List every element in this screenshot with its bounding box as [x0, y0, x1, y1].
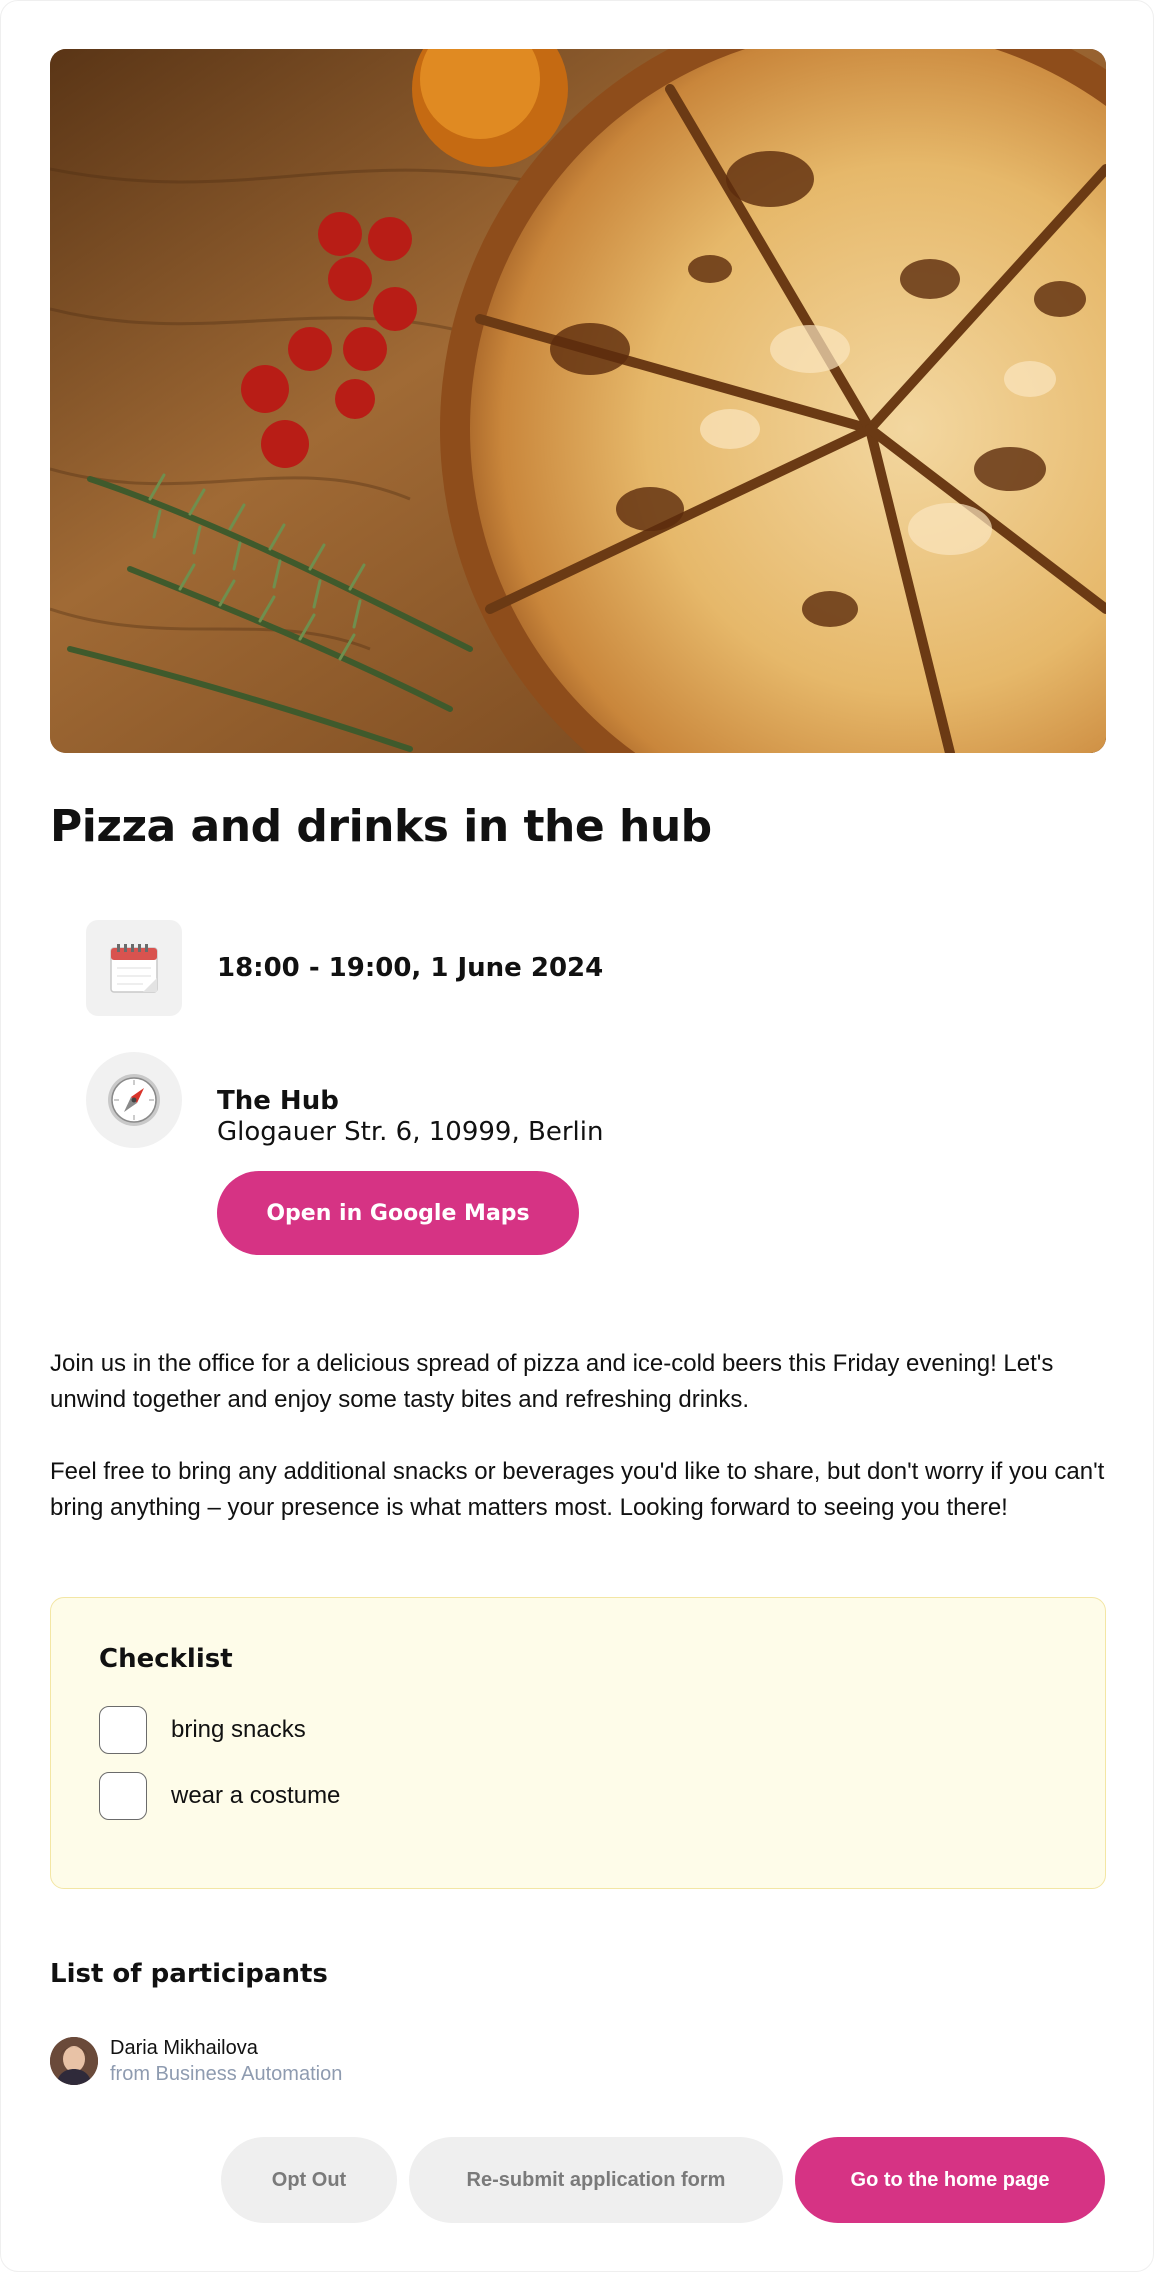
- checklist-checkbox[interactable]: [99, 1772, 147, 1820]
- participant-name: Daria Mikhailova: [110, 2037, 258, 2059]
- page-title: Pizza and drinks in the hub: [50, 801, 712, 852]
- datetime-row: [86, 920, 182, 1016]
- avatar: [50, 2037, 98, 2085]
- avatar-image: [50, 2037, 98, 2085]
- resubmit-application-button[interactable]: Re-submit application form: [409, 2137, 783, 2223]
- description-paragraph-2: Feel free to bring any additional snacks…: [50, 1458, 1105, 1521]
- participant-item: Daria Mikhailova from Business Automatio…: [50, 2035, 342, 2087]
- calendar-icon: [110, 944, 158, 993]
- compass-icon: [108, 1074, 160, 1126]
- checklist-item[interactable]: bring snacks: [99, 1706, 306, 1754]
- participant-org: from Business Automation: [110, 2063, 343, 2085]
- datetime-icon-tile: [86, 920, 182, 1016]
- checklist-item[interactable]: wear a costume: [99, 1772, 340, 1820]
- location-address: Glogauer Str. 6, 10999, Berlin: [217, 1117, 604, 1147]
- open-google-maps-button[interactable]: Open in Google Maps: [217, 1171, 579, 1255]
- checklist-panel: Checklist bring snacks wear a costume: [50, 1597, 1106, 1889]
- checklist-item-label: bring snacks: [171, 1716, 306, 1743]
- checklist-title: Checklist: [99, 1644, 233, 1674]
- event-datetime: 18:00 - 19:00, 1 June 2024: [217, 953, 604, 983]
- checklist-checkbox[interactable]: [99, 1706, 147, 1754]
- location-icon-tile: [86, 1052, 182, 1148]
- location-name: The Hub: [217, 1086, 339, 1116]
- description-paragraph-1: Join us in the office for a delicious sp…: [50, 1350, 1054, 1413]
- location-row: [86, 1052, 182, 1148]
- checklist-item-label: wear a costume: [171, 1782, 341, 1809]
- opt-out-button[interactable]: Opt Out: [221, 2137, 397, 2223]
- go-home-button[interactable]: Go to the home page: [795, 2137, 1105, 2223]
- participants-title: List of participants: [50, 1959, 328, 1989]
- participant-info: Daria Mikhailova from Business Automatio…: [110, 2035, 342, 2087]
- event-hero-image: [50, 49, 1106, 753]
- event-page: Pizza and drinks in the hub 18:00 - 19:0…: [0, 0, 1154, 2272]
- pizza-photo: [50, 49, 1106, 753]
